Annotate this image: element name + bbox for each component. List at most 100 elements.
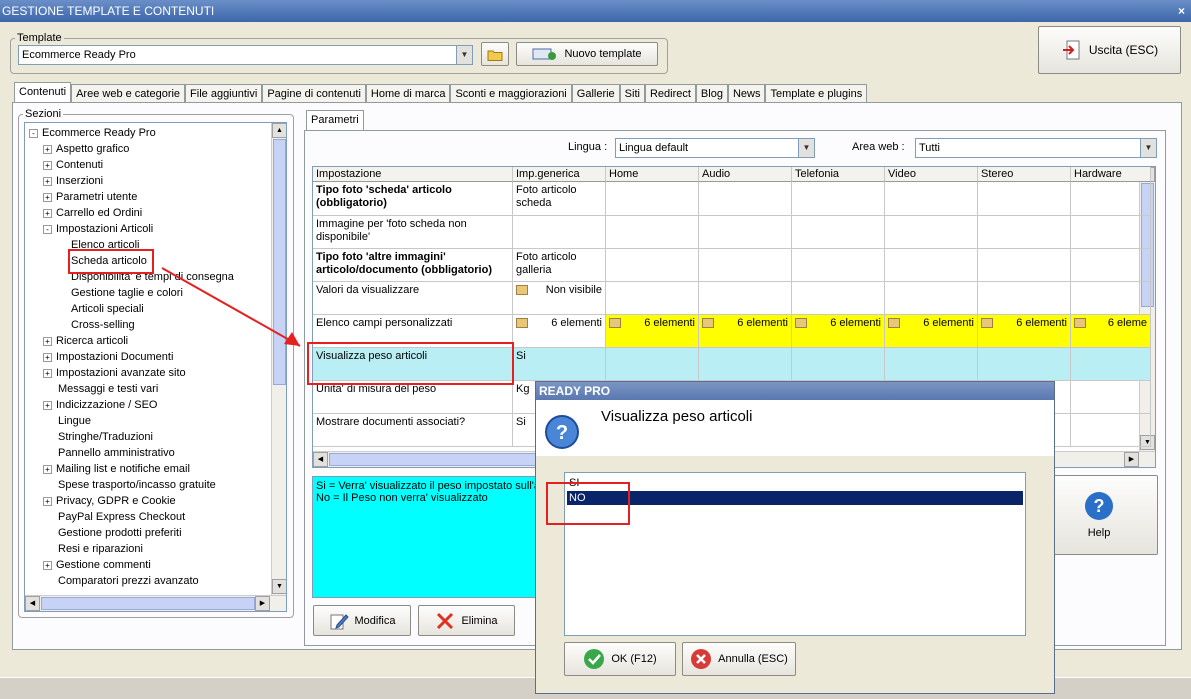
area-value-cell[interactable]: [606, 348, 699, 381]
setting-name-cell[interactable]: Valori da visualizzare: [313, 282, 513, 315]
tree-item[interactable]: + Gestione commenti: [43, 557, 151, 573]
generic-value-cell[interactable]: Non visibile: [513, 282, 606, 315]
area-value-cell[interactable]: [978, 282, 1071, 315]
tree-item[interactable]: Articoli speciali: [71, 301, 144, 317]
setting-name-cell[interactable]: Unita' di misura del peso: [313, 381, 513, 414]
generic-value-cell[interactable]: [513, 216, 606, 249]
area-value-cell[interactable]: 6 elementi: [885, 315, 978, 348]
column-header[interactable]: Audio: [699, 167, 792, 182]
tree-item[interactable]: PayPal Express Checkout: [43, 509, 185, 525]
tree-root[interactable]: - Ecommerce Ready Pro: [29, 125, 156, 141]
area-value-cell[interactable]: [1071, 381, 1151, 414]
tree-item[interactable]: Comparatori prezzi avanzato: [43, 573, 199, 589]
modify-button[interactable]: Modifica: [313, 605, 411, 636]
help-button[interactable]: ? Help: [1040, 475, 1158, 555]
tab-sconti-e-maggiorazioni[interactable]: Sconti e maggiorazioni: [450, 84, 572, 102]
scroll-down-icon[interactable]: ▼: [272, 579, 286, 594]
expand-icon[interactable]: +: [43, 336, 52, 346]
area-value-cell[interactable]: [606, 182, 699, 216]
setting-name-cell[interactable]: Mostrare documenti associati?: [313, 414, 513, 447]
tree-item[interactable]: + Aspetto grafico: [43, 141, 129, 157]
setting-name-cell[interactable]: Immagine per 'foto scheda non disponibil…: [313, 216, 513, 249]
column-header[interactable]: Video: [885, 167, 978, 182]
template-select[interactable]: Ecommerce Ready Pro ▼: [18, 45, 473, 65]
tree-hscroll-thumb[interactable]: [41, 597, 255, 610]
area-value-cell[interactable]: 6 elementi: [978, 315, 1071, 348]
expand-icon[interactable]: +: [43, 144, 52, 154]
area-value-cell[interactable]: [885, 216, 978, 249]
tree-item[interactable]: + Ricerca articoli: [43, 333, 128, 349]
area-value-cell[interactable]: [792, 249, 885, 282]
tab-siti[interactable]: Siti: [619, 84, 645, 102]
area-value-cell[interactable]: [1071, 348, 1151, 381]
area-value-cell[interactable]: [699, 182, 792, 216]
tree-item[interactable]: + Inserzioni: [43, 173, 103, 189]
area-value-cell[interactable]: [792, 282, 885, 315]
expand-icon[interactable]: +: [43, 400, 52, 410]
tree-item[interactable]: + Parametri utente: [43, 189, 137, 205]
tree-horizontal-scrollbar[interactable]: ◀ ▶: [25, 595, 286, 611]
area-value-cell[interactable]: [885, 282, 978, 315]
tab-blog[interactable]: Blog: [695, 84, 728, 102]
area-web-select[interactable]: Tutti ▼: [915, 138, 1157, 158]
expand-icon[interactable]: +: [43, 352, 52, 362]
area-value-cell[interactable]: [792, 348, 885, 381]
tab-aree-web-e-categorie[interactable]: Aree web e categorie: [71, 84, 186, 102]
tree-item[interactable]: Messaggi e testi vari: [43, 381, 158, 397]
area-value-cell[interactable]: [885, 249, 978, 282]
tab-home-di-marca[interactable]: Home di marca: [365, 84, 451, 102]
expand-icon[interactable]: +: [43, 160, 52, 170]
tree-item[interactable]: + Privacy, GDPR e Cookie: [43, 493, 176, 509]
scroll-left-icon[interactable]: ◀: [25, 596, 40, 611]
tab-pagine-di-contenuti[interactable]: Pagine di contenuti: [262, 84, 366, 102]
area-value-cell[interactable]: [978, 182, 1071, 216]
new-template-button[interactable]: Nuovo template: [516, 42, 658, 66]
lingua-select[interactable]: Lingua default ▼: [615, 138, 815, 158]
chevron-down-icon[interactable]: ▼: [1140, 139, 1156, 157]
tab-contenuti[interactable]: Contenuti: [14, 82, 72, 102]
column-header[interactable]: Telefonia: [792, 167, 885, 182]
expand-icon[interactable]: +: [43, 560, 52, 570]
tab-file-aggiuntivi[interactable]: File aggiuntivi: [185, 84, 263, 102]
column-header[interactable]: Stereo: [978, 167, 1071, 182]
tree-item[interactable]: + Contenuti: [43, 157, 103, 173]
tree-item[interactable]: + Mailing list e notifiche email: [43, 461, 190, 477]
close-icon[interactable]: ×: [1178, 0, 1185, 22]
area-value-cell[interactable]: [699, 216, 792, 249]
area-value-cell[interactable]: 6 elementi: [606, 315, 699, 348]
delete-button[interactable]: Elimina: [418, 605, 515, 636]
expand-icon[interactable]: +: [43, 192, 52, 202]
area-value-cell[interactable]: [606, 216, 699, 249]
setting-name-cell[interactable]: Tipo foto 'scheda' articolo (obbligatori…: [313, 182, 513, 216]
area-value-cell[interactable]: [699, 249, 792, 282]
tree-item[interactable]: Cross-selling: [71, 317, 135, 333]
area-value-cell[interactable]: [606, 249, 699, 282]
column-header[interactable]: Imp.generica: [513, 167, 606, 182]
area-value-cell[interactable]: 6 elementi: [699, 315, 792, 348]
open-folder-button[interactable]: [481, 42, 509, 66]
tree-item[interactable]: Pannello amministrativo: [43, 445, 175, 461]
scroll-left-icon[interactable]: ◀: [313, 452, 328, 467]
scroll-up-icon[interactable]: ▲: [272, 123, 286, 138]
column-header[interactable]: Hardware: [1071, 167, 1151, 182]
tab-template-e-plugins[interactable]: Template e plugins: [765, 84, 868, 102]
collapse-icon[interactable]: -: [29, 128, 38, 138]
area-value-cell[interactable]: [978, 348, 1071, 381]
setting-name-cell[interactable]: Tipo foto 'altre immagini' articolo/docu…: [313, 249, 513, 282]
chevron-down-icon[interactable]: ▼: [798, 139, 814, 157]
cancel-button[interactable]: Annulla (ESC): [682, 642, 796, 676]
generic-value-cell[interactable]: Foto articolo galleria: [513, 249, 606, 282]
expand-icon[interactable]: +: [43, 496, 52, 506]
option-no-selected[interactable]: NO: [567, 491, 1023, 505]
area-value-cell[interactable]: 6 eleme: [1071, 315, 1151, 348]
tree-item[interactable]: + Indicizzazione / SEO: [43, 397, 158, 413]
area-value-cell[interactable]: [1071, 249, 1151, 282]
tree-item[interactable]: Stringhe/Traduzioni: [43, 429, 153, 445]
tree-item[interactable]: + Carrello ed Ordini: [43, 205, 142, 221]
area-value-cell[interactable]: [606, 282, 699, 315]
expand-icon[interactable]: +: [43, 368, 52, 378]
scroll-right-icon[interactable]: ▶: [255, 596, 270, 611]
collapse-icon[interactable]: -: [43, 224, 52, 234]
area-value-cell[interactable]: [792, 182, 885, 216]
ok-button[interactable]: OK (F12): [564, 642, 676, 676]
